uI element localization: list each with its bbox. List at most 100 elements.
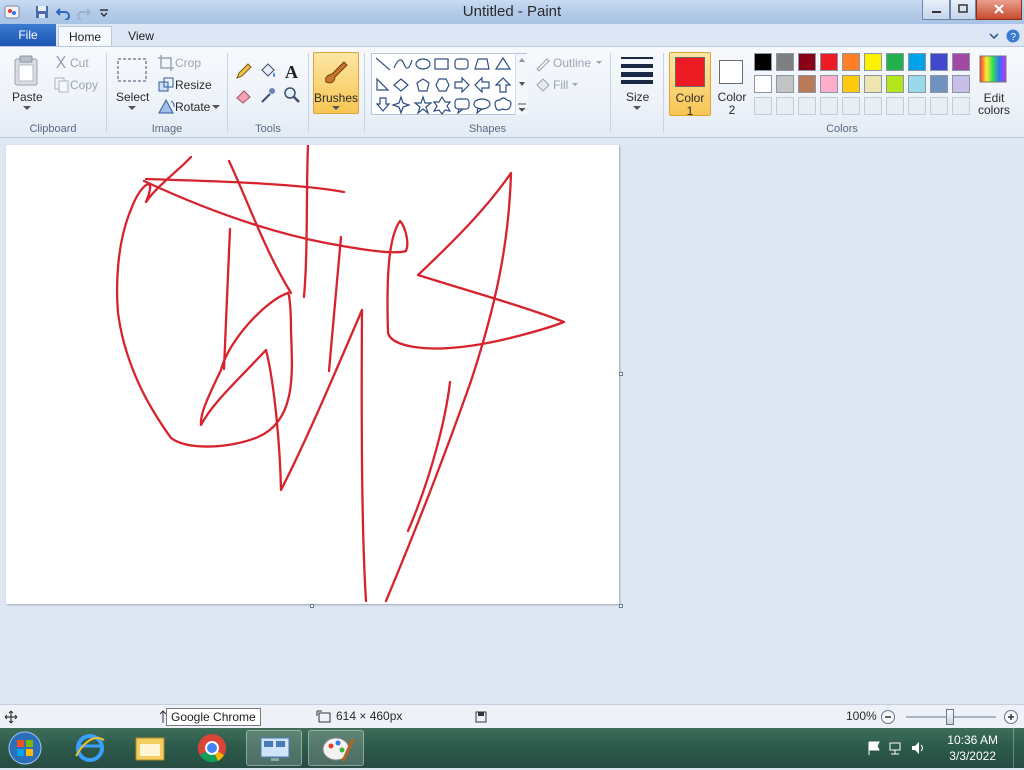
magnifier-icon[interactable] — [282, 85, 302, 105]
palette-swatch[interactable] — [798, 53, 816, 71]
minimize-button[interactable] — [922, 0, 950, 20]
palette-swatch[interactable] — [952, 53, 970, 71]
shapes-scrollbar[interactable] — [515, 54, 528, 115]
select-button[interactable]: Select — [116, 90, 149, 104]
palette-swatch[interactable] — [798, 75, 816, 93]
palette-swatch[interactable] — [842, 53, 860, 71]
polygon-shape-icon[interactable] — [474, 58, 490, 70]
six-point-star-shape-icon[interactable] — [432, 95, 452, 115]
right-arrow-shape-icon[interactable] — [454, 76, 470, 94]
resize-button[interactable]: Resize — [175, 78, 212, 92]
rectangle-shape-icon[interactable] — [434, 58, 449, 70]
copy-button[interactable]: Copy — [70, 78, 98, 92]
palette-swatch[interactable] — [820, 75, 838, 93]
taskbar-internet-explorer[interactable] — [62, 730, 118, 766]
drawing-canvas[interactable] — [6, 143, 619, 604]
select-icon[interactable] — [116, 57, 148, 83]
four-point-star-shape-icon[interactable] — [391, 95, 411, 115]
rounded-callout-shape-icon[interactable] — [454, 98, 470, 115]
curve-shape-icon[interactable] — [393, 59, 413, 69]
palette-swatch[interactable] — [908, 53, 926, 71]
help-icon[interactable]: ? — [1006, 29, 1020, 44]
color-picker-icon[interactable] — [258, 85, 278, 105]
taskbar-remote-desktop[interactable] — [246, 730, 302, 766]
network-icon[interactable] — [889, 742, 901, 755]
minimize-ribbon-icon[interactable] — [989, 33, 999, 40]
palette-swatch[interactable] — [776, 53, 794, 71]
tab-home[interactable]: Home — [58, 26, 112, 46]
outline-button[interactable]: Outline — [553, 56, 591, 70]
canvas-resize-handle-right[interactable] — [619, 372, 623, 376]
palette-swatch[interactable] — [930, 75, 948, 93]
palette-swatch[interactable] — [952, 75, 970, 93]
action-center-flag-icon[interactable] — [868, 741, 880, 755]
oval-shape-icon[interactable] — [415, 58, 431, 70]
size-button[interactable]: Size — [626, 90, 649, 104]
zoom-in-icon[interactable] — [1003, 709, 1019, 725]
start-button-icon[interactable] — [6, 730, 44, 766]
crop-button[interactable]: Crop — [175, 56, 201, 70]
brushes-button[interactable]: Brushes — [313, 52, 359, 114]
taskbar-clock[interactable]: 10:36 AM 3/3/2022 — [947, 732, 998, 764]
custom-color-slot[interactable] — [930, 97, 948, 115]
select-dropdown-icon[interactable] — [127, 105, 137, 111]
palette-swatch[interactable] — [864, 75, 882, 93]
palette-swatch[interactable] — [754, 53, 772, 71]
custom-color-slot[interactable] — [842, 97, 860, 115]
tab-file[interactable]: File — [0, 24, 56, 46]
palette-swatch[interactable] — [886, 53, 904, 71]
canvas-resize-handle-bottom[interactable] — [310, 604, 314, 608]
palette-swatch[interactable] — [908, 75, 926, 93]
palette-swatch[interactable] — [754, 75, 772, 93]
diamond-shape-icon[interactable] — [393, 78, 409, 92]
paste-button[interactable]: Paste — [12, 90, 43, 104]
shapes-gallery[interactable] — [371, 53, 528, 115]
eraser-icon[interactable] — [234, 85, 254, 105]
down-arrow-shape-icon[interactable] — [375, 97, 391, 112]
left-arrow-shape-icon[interactable] — [474, 76, 490, 94]
restore-button[interactable] — [950, 0, 976, 20]
color2-button[interactable]: Color 2 — [713, 52, 751, 117]
up-arrow-shape-icon[interactable] — [494, 77, 512, 93]
rotate-dropdown-icon[interactable] — [212, 105, 220, 110]
tab-view[interactable]: View — [114, 26, 168, 46]
custom-color-slot[interactable] — [776, 97, 794, 115]
line-shape-icon[interactable] — [375, 57, 391, 71]
size-icon[interactable] — [620, 55, 654, 85]
custom-color-slot[interactable] — [908, 97, 926, 115]
palette-swatch[interactable] — [886, 75, 904, 93]
pentagon-shape-icon[interactable] — [416, 78, 430, 92]
palette-swatch[interactable] — [930, 53, 948, 71]
custom-color-slot[interactable] — [798, 97, 816, 115]
text-tool-icon[interactable]: A — [282, 61, 302, 81]
pencil-icon[interactable] — [234, 61, 254, 81]
palette-swatch[interactable] — [776, 75, 794, 93]
triangle-shape-icon[interactable] — [494, 56, 512, 70]
canvas-resize-handle-corner[interactable] — [619, 604, 623, 608]
custom-color-slot[interactable] — [820, 97, 838, 115]
five-point-star-shape-icon[interactable] — [413, 95, 433, 115]
taskbar-file-explorer[interactable] — [122, 730, 178, 766]
paste-icon[interactable] — [12, 55, 42, 89]
show-desktop-button[interactable] — [1013, 728, 1024, 768]
edit-colors-label-2[interactable]: colors — [976, 103, 1012, 117]
oval-callout-shape-icon[interactable] — [473, 98, 491, 115]
taskbar-paint[interactable] — [308, 730, 364, 766]
cut-button[interactable]: Cut — [70, 56, 89, 70]
hexagon-shape-icon[interactable] — [435, 78, 450, 92]
cloud-callout-shape-icon[interactable] — [494, 97, 512, 111]
custom-color-slot[interactable] — [864, 97, 882, 115]
close-button[interactable] — [976, 0, 1022, 20]
zoom-slider-thumb[interactable] — [946, 709, 954, 725]
size-dropdown-icon[interactable] — [633, 106, 641, 111]
palette-swatch[interactable] — [842, 75, 860, 93]
rotate-button[interactable]: Rotate — [175, 100, 210, 114]
color1-button[interactable]: Color 1 — [669, 52, 711, 118]
palette-swatch[interactable] — [864, 53, 882, 71]
palette-swatch[interactable] — [820, 53, 838, 71]
custom-color-slot[interactable] — [886, 97, 904, 115]
volume-icon[interactable] — [912, 742, 923, 754]
custom-color-slot[interactable] — [754, 97, 772, 115]
fill-button[interactable]: Fill — [553, 78, 568, 92]
taskbar-google-chrome[interactable] — [184, 730, 240, 766]
